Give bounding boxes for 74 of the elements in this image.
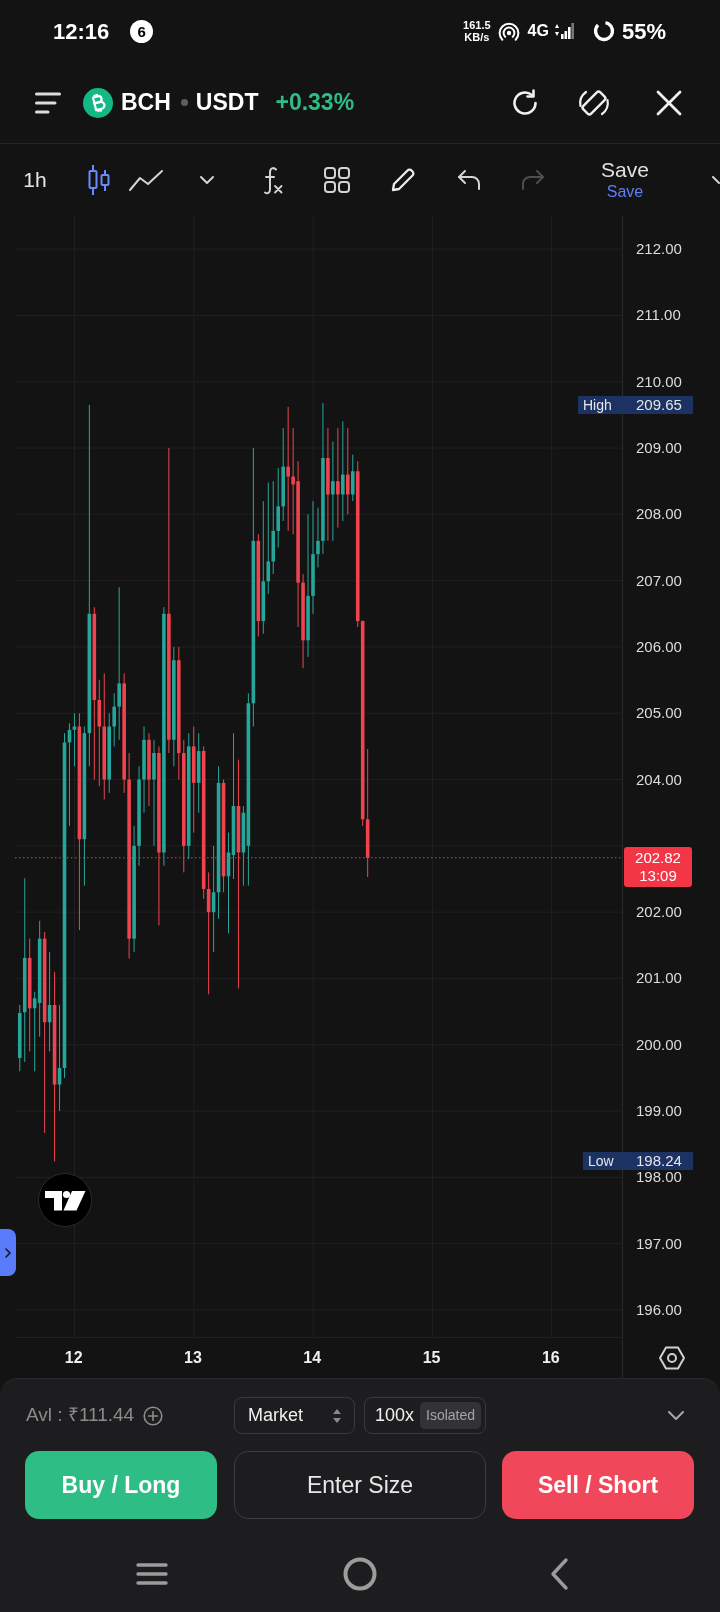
size-input[interactable]: Enter Size xyxy=(234,1451,486,1519)
interval-button[interactable]: 1h xyxy=(10,158,60,202)
time-axis-label: 13 xyxy=(184,1348,202,1368)
home-circle-icon xyxy=(343,1556,377,1591)
high-label: High xyxy=(582,396,613,414)
price-axis-label: 198.00 xyxy=(636,1168,682,1187)
line-chart-icon xyxy=(128,168,164,192)
price-change: +0.33% xyxy=(275,88,355,118)
collapse-button[interactable] xyxy=(667,1410,685,1421)
price-axis-label: 204.00 xyxy=(636,770,682,789)
chevron-right-icon xyxy=(5,1247,11,1258)
plus-circle-icon xyxy=(143,1405,164,1426)
price-axis-label: 212.00 xyxy=(636,240,682,259)
battery-ring-icon xyxy=(592,20,615,42)
low-value: 198.24 xyxy=(636,1152,682,1170)
high-value: 209.65 xyxy=(636,396,682,414)
chart-settings-button[interactable] xyxy=(657,1345,686,1371)
chevron-icon[interactable] xyxy=(712,175,720,185)
leverage-button[interactable]: 100x Isolated xyxy=(364,1397,486,1434)
order-type-select[interactable]: Market xyxy=(234,1397,355,1434)
price-axis-label: 211.00 xyxy=(636,306,681,325)
price-axis-label: 208.00 xyxy=(636,505,682,524)
save-status: Save xyxy=(606,182,644,202)
low-label: Low xyxy=(587,1152,615,1170)
redo-icon xyxy=(520,169,546,191)
menu-button[interactable] xyxy=(35,91,61,114)
price-axis-label: 201.00 xyxy=(636,969,682,988)
price-axis-label: 197.00 xyxy=(636,1234,682,1253)
home-button[interactable] xyxy=(343,1556,377,1591)
sell-short-button[interactable]: Sell / Short xyxy=(502,1451,694,1519)
price-axis-label: 207.00 xyxy=(636,571,682,590)
hotspot-icon xyxy=(497,21,520,41)
clock-time: 12:16 xyxy=(53,17,110,46)
price-axis-label: 209.00 xyxy=(636,439,682,458)
time-axis-label: 14 xyxy=(303,1348,322,1368)
last-price: 202.82 xyxy=(635,849,681,867)
pencil-icon xyxy=(389,166,417,194)
network-type: 4G xyxy=(527,21,549,41)
recent-apps-icon xyxy=(136,1561,168,1586)
signal-icon xyxy=(553,21,574,41)
undo-icon xyxy=(456,169,482,191)
price-axis-label: 200.00 xyxy=(636,1035,682,1054)
side-panel-toggle[interactable] xyxy=(0,1229,16,1276)
price-axis-label: 206.00 xyxy=(636,637,682,656)
refresh-icon xyxy=(510,87,540,118)
candlestick-icon xyxy=(86,164,112,196)
price-axis-label: 205.00 xyxy=(636,704,682,723)
available-balance: Avl : ₹111.44 xyxy=(26,1403,135,1428)
close-icon xyxy=(656,89,682,116)
coin-logo-icon xyxy=(83,87,113,118)
save-button[interactable]: Save xyxy=(601,158,649,182)
back-button[interactable] xyxy=(549,1556,569,1591)
settings-icon xyxy=(657,1345,686,1371)
battery-percent: 55% xyxy=(621,17,666,46)
notification-badge: 6 xyxy=(130,19,154,43)
grid-icon xyxy=(323,166,351,194)
quote-currency: USDT xyxy=(195,88,259,118)
time-axis-label: 15 xyxy=(422,1348,441,1368)
time-axis-label: 12 xyxy=(64,1348,83,1368)
network-speed-unit: KB/s xyxy=(464,31,490,43)
network-speed: 161.5 xyxy=(463,19,491,31)
base-currency: BCH xyxy=(121,88,171,118)
chevron-down-icon xyxy=(667,1410,685,1421)
price-axis-label: 199.00 xyxy=(636,1102,682,1120)
add-funds-button[interactable] xyxy=(143,1405,164,1426)
price-axis-label: 196.00 xyxy=(636,1300,682,1319)
price-axis-label: 210.00 xyxy=(636,372,682,391)
chevron-down-icon xyxy=(199,175,215,185)
price-axis-label: 202.00 xyxy=(636,903,682,922)
time-axis-label: 16 xyxy=(541,1348,560,1368)
candle-countdown: 13:09 xyxy=(639,867,677,885)
back-chevron-icon xyxy=(549,1556,569,1591)
margin-mode-badge: Isolated xyxy=(420,1402,482,1429)
menu-icon xyxy=(35,91,61,114)
